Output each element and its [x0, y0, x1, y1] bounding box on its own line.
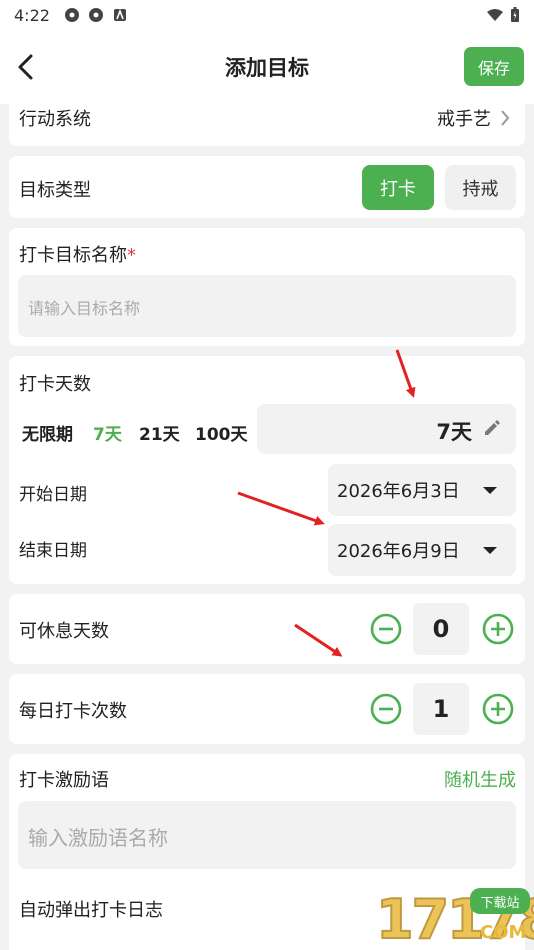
checkin-days-label: 打卡天数 [19, 374, 91, 395]
daily-count-card: 每日打卡次数 1 [9, 674, 525, 744]
action-system-row[interactable]: 行动系统 戒手艺 [9, 104, 525, 146]
app-notification-icon [88, 8, 103, 22]
rest-days-value[interactable]: 0 [413, 603, 469, 655]
action-system-value: 戒手艺 [437, 109, 491, 130]
goal-type-abstain-option[interactable]: 持戒 [445, 165, 516, 210]
motto-placeholder: 输入激励语名称 [28, 826, 168, 850]
chevron-right-icon [501, 110, 510, 126]
preset-21-days[interactable]: 21天 [139, 420, 180, 445]
caret-down-icon [483, 547, 497, 554]
rest-days-card: 可休息天数 0 [9, 594, 525, 664]
goal-type-card: 目标类型 打卡 持戒 [9, 156, 525, 218]
preset-100-days[interactable]: 100天 [195, 420, 248, 445]
rest-days-label: 可休息天数 [19, 621, 109, 642]
caret-down-icon [483, 487, 497, 494]
increment-plus-icon[interactable] [482, 693, 514, 725]
preset-7-days[interactable]: 7天 [93, 420, 122, 445]
status-bar: 4:22 [0, 0, 534, 30]
goal-name-card: 打卡目标名称* 请输入目标名称 [9, 228, 525, 346]
start-date-label: 开始日期 [19, 485, 87, 505]
save-button[interactable]: 保存 [464, 47, 524, 86]
auto-popup-label: 自动弹出打卡日志 [19, 900, 163, 921]
motto-label: 打卡激励语 [19, 770, 109, 791]
watermark-badge: 下载站 [470, 888, 530, 914]
end-date-value: 2026年6月9日 [337, 541, 460, 562]
edit-pencil-icon[interactable] [482, 418, 502, 438]
checkin-days-card: 打卡天数 无限期 7天 21天 100天 7天 开始日期 2026年6月3日 结… [9, 356, 525, 584]
daily-count-label: 每日打卡次数 [19, 701, 127, 722]
motto-input[interactable]: 输入激励语名称 [18, 801, 516, 869]
required-mark: * [127, 245, 136, 266]
wifi-icon [487, 9, 503, 21]
goal-type-checkin-option[interactable]: 打卡 [362, 165, 434, 210]
days-display-field[interactable]: 7天 [257, 404, 516, 454]
app-bar: 添加目标 保存 [0, 30, 534, 104]
increment-plus-icon[interactable] [482, 613, 514, 645]
watermark-domain: COM [480, 922, 527, 943]
decrement-minus-icon[interactable] [370, 693, 402, 725]
daily-count-value[interactable]: 1 [413, 683, 469, 735]
battery-icon [511, 7, 519, 22]
end-date-dropdown[interactable]: 2026年6月9日 [328, 524, 516, 576]
status-time: 4:22 [14, 5, 50, 25]
goal-name-input[interactable]: 请输入目标名称 [18, 275, 516, 337]
app-notification-icon [64, 8, 79, 22]
start-date-dropdown[interactable]: 2026年6月3日 [328, 464, 516, 516]
page-title: 添加目标 [225, 56, 309, 80]
goal-type-label: 目标类型 [19, 180, 91, 201]
app-notification-icon [113, 8, 126, 21]
random-generate-link[interactable]: 随机生成 [444, 766, 516, 792]
end-date-label: 结束日期 [19, 541, 87, 561]
watermark-logo: 17178 下载站 COM [304, 880, 534, 950]
goal-name-label: 打卡目标名称* [19, 245, 136, 266]
days-display-value: 7天 [436, 420, 472, 444]
start-date-value: 2026年6月3日 [337, 481, 460, 502]
decrement-minus-icon[interactable] [370, 613, 402, 645]
preset-unlimited[interactable]: 无限期 [22, 420, 73, 445]
goal-name-placeholder: 请输入目标名称 [28, 299, 141, 318]
action-system-label: 行动系统 [19, 109, 91, 130]
